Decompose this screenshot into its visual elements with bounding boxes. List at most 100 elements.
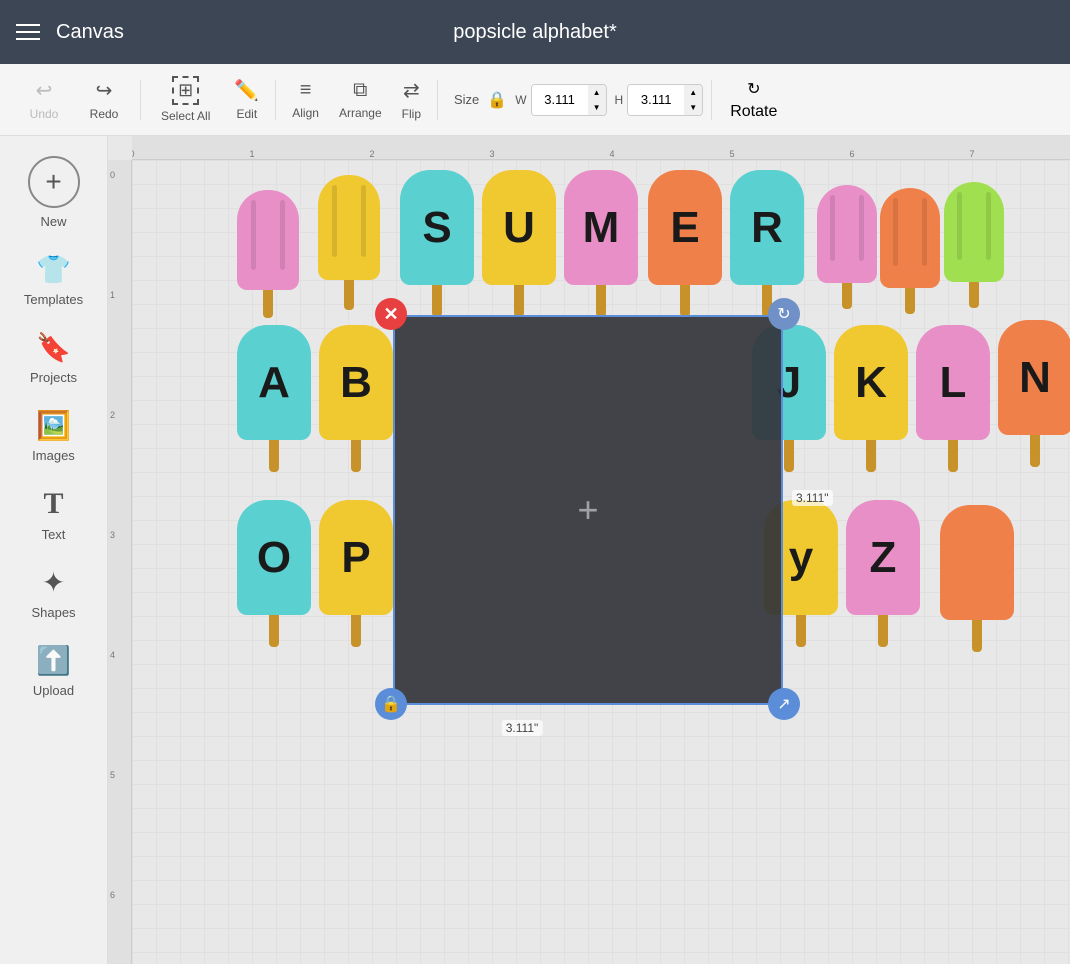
width-down-button[interactable]: ▼	[588, 100, 606, 115]
menu-button[interactable]	[16, 24, 40, 40]
popsicle-item[interactable]: O	[237, 500, 311, 647]
divider-4	[711, 80, 712, 120]
width-input[interactable]	[532, 85, 588, 115]
popsicle-item[interactable]: N	[998, 320, 1070, 467]
height-down-button[interactable]: ▼	[684, 100, 702, 115]
popsicle-item[interactable]	[318, 175, 380, 310]
popsicle-item[interactable]	[940, 505, 1014, 652]
select-all-button[interactable]: ⊞ Select All	[149, 70, 222, 129]
divider-2	[275, 80, 276, 120]
sidebar-item-shapes[interactable]: ✦ Shapes	[0, 554, 107, 632]
ruler-mark: 5	[729, 149, 734, 159]
project-name: popsicle alphabet*	[453, 21, 616, 44]
sidebar-item-text[interactable]: T Text	[0, 475, 107, 554]
popsicle-item[interactable]	[880, 188, 940, 314]
sidebar-images-label: Images	[32, 448, 75, 463]
width-label: W	[515, 93, 526, 107]
flip-dropdown[interactable]: ⇄ Flip	[394, 72, 429, 127]
sidebar-item-templates[interactable]: 👕 Templates	[0, 241, 107, 319]
popsicle-item[interactable]: E	[648, 170, 722, 317]
upload-icon: ⬆️	[36, 644, 71, 677]
ruler-mark: 0	[110, 170, 115, 180]
divider-1	[140, 80, 141, 120]
rotate-button[interactable]: ↻ Rotate	[720, 73, 787, 127]
width-field-group: W ▲ ▼	[515, 84, 606, 116]
popsicle-item[interactable]: K	[834, 325, 908, 472]
width-spinners: ▲ ▼	[588, 85, 606, 115]
grid-canvas: S U M E R	[132, 160, 1070, 964]
app-title: Canvas	[56, 21, 124, 44]
align-dropdown[interactable]: ≡ Align	[284, 73, 327, 126]
sidebar-upload-label: Upload	[33, 683, 74, 698]
height-label: H	[615, 93, 624, 107]
popsicle-item[interactable]: M	[564, 170, 638, 317]
popsicle-item[interactable]: R	[730, 170, 804, 317]
flip-icon: ⇄	[403, 78, 420, 103]
popsicle-item[interactable]: L	[916, 325, 990, 472]
height-up-button[interactable]: ▲	[684, 85, 702, 100]
popsicle-item[interactable]: Z	[846, 500, 920, 647]
plus-icon: +	[45, 168, 61, 196]
popsicle-item[interactable]	[944, 182, 1004, 308]
selection-overlay[interactable]: +	[393, 315, 783, 705]
ruler-mark: 4	[609, 149, 614, 159]
size-controls: Size 🔒 W ▲ ▼ H ▲ ▼	[454, 84, 703, 116]
height-field-group: H ▲ ▼	[615, 84, 704, 116]
sidebar-item-new[interactable]: + New	[0, 144, 107, 241]
height-spinners: ▲ ▼	[684, 85, 702, 115]
redo-button[interactable]: ↪ Redo	[76, 72, 132, 127]
sidebar-shapes-label: Shapes	[31, 605, 75, 620]
size-label: Size	[454, 92, 479, 107]
toolbar: ↩ Undo ↪ Redo ⊞ Select All ✏️ Edit ≡ Ali…	[0, 64, 1070, 136]
delete-button[interactable]: ✕	[375, 298, 407, 330]
ruler-mark: 0	[132, 149, 135, 159]
divider-3	[437, 80, 438, 120]
sidebar-item-upload[interactable]: ⬆️ Upload	[0, 632, 107, 710]
lock-handle[interactable]: 🔒	[375, 688, 407, 720]
height-input-wrap: ▲ ▼	[627, 84, 703, 116]
lock-aspect-icon[interactable]: 🔒	[487, 90, 507, 110]
projects-icon: 🔖	[36, 331, 71, 364]
ruler-mark: 3	[489, 149, 494, 159]
new-button-circle[interactable]: +	[28, 156, 80, 208]
templates-icon: 👕	[36, 253, 71, 286]
edit-dropdown[interactable]: ✏️ Edit	[226, 72, 267, 127]
ruler-mark: 6	[849, 149, 854, 159]
height-dimension-label: 3.111"	[792, 490, 833, 506]
height-input[interactable]	[628, 85, 684, 115]
arrange-dropdown[interactable]: ⧉ Arrange	[331, 73, 390, 126]
popsicle-item[interactable]: A	[237, 325, 311, 472]
main-layout: + New 👕 Templates 🔖 Projects 🖼️ Images T…	[0, 136, 1070, 964]
sidebar-item-images[interactable]: 🖼️ Images	[0, 397, 107, 475]
undo-button[interactable]: ↩ Undo	[16, 72, 72, 127]
popsicle-item[interactable]: B	[319, 325, 393, 472]
popsicle-item[interactable]: S	[400, 170, 474, 317]
ruler-mark: 1	[249, 149, 254, 159]
arrange-icon: ⧉	[353, 79, 367, 102]
ruler-mark: 3	[110, 530, 115, 540]
popsicle-item[interactable]: U	[482, 170, 556, 317]
width-input-wrap: ▲ ▼	[531, 84, 607, 116]
width-dimension-label: 3.111"	[502, 720, 543, 736]
rotate-handle[interactable]: ↻	[768, 298, 800, 330]
ruler-mark: 4	[110, 650, 115, 660]
select-all-icon: ⊞	[172, 76, 199, 105]
popsicle-item[interactable]	[237, 190, 299, 318]
sidebar-item-projects[interactable]: 🔖 Projects	[0, 319, 107, 397]
sidebar-templates-label: Templates	[24, 292, 83, 307]
redo-icon: ↪	[96, 78, 113, 103]
images-icon: 🖼️	[36, 409, 71, 442]
ruler-left: 0 1 2 3 4 5 6	[108, 160, 132, 964]
align-icon: ≡	[300, 79, 312, 102]
scale-handle[interactable]: ↗	[768, 688, 800, 720]
ruler-mark: 7	[969, 149, 974, 159]
width-up-button[interactable]: ▲	[588, 85, 606, 100]
rotate-icon: ↻	[747, 79, 760, 99]
popsicle-item[interactable]: P	[319, 500, 393, 647]
ruler-mark: 2	[110, 410, 115, 420]
canvas-area[interactable]: 0 1 2 3 4 5 6 7 0 1 2 3 4 5 6	[108, 136, 1070, 964]
popsicle-item[interactable]	[817, 185, 877, 309]
ruler-mark: 5	[110, 770, 115, 780]
header: Canvas popsicle alphabet*	[0, 0, 1070, 64]
sidebar-projects-label: Projects	[30, 370, 77, 385]
